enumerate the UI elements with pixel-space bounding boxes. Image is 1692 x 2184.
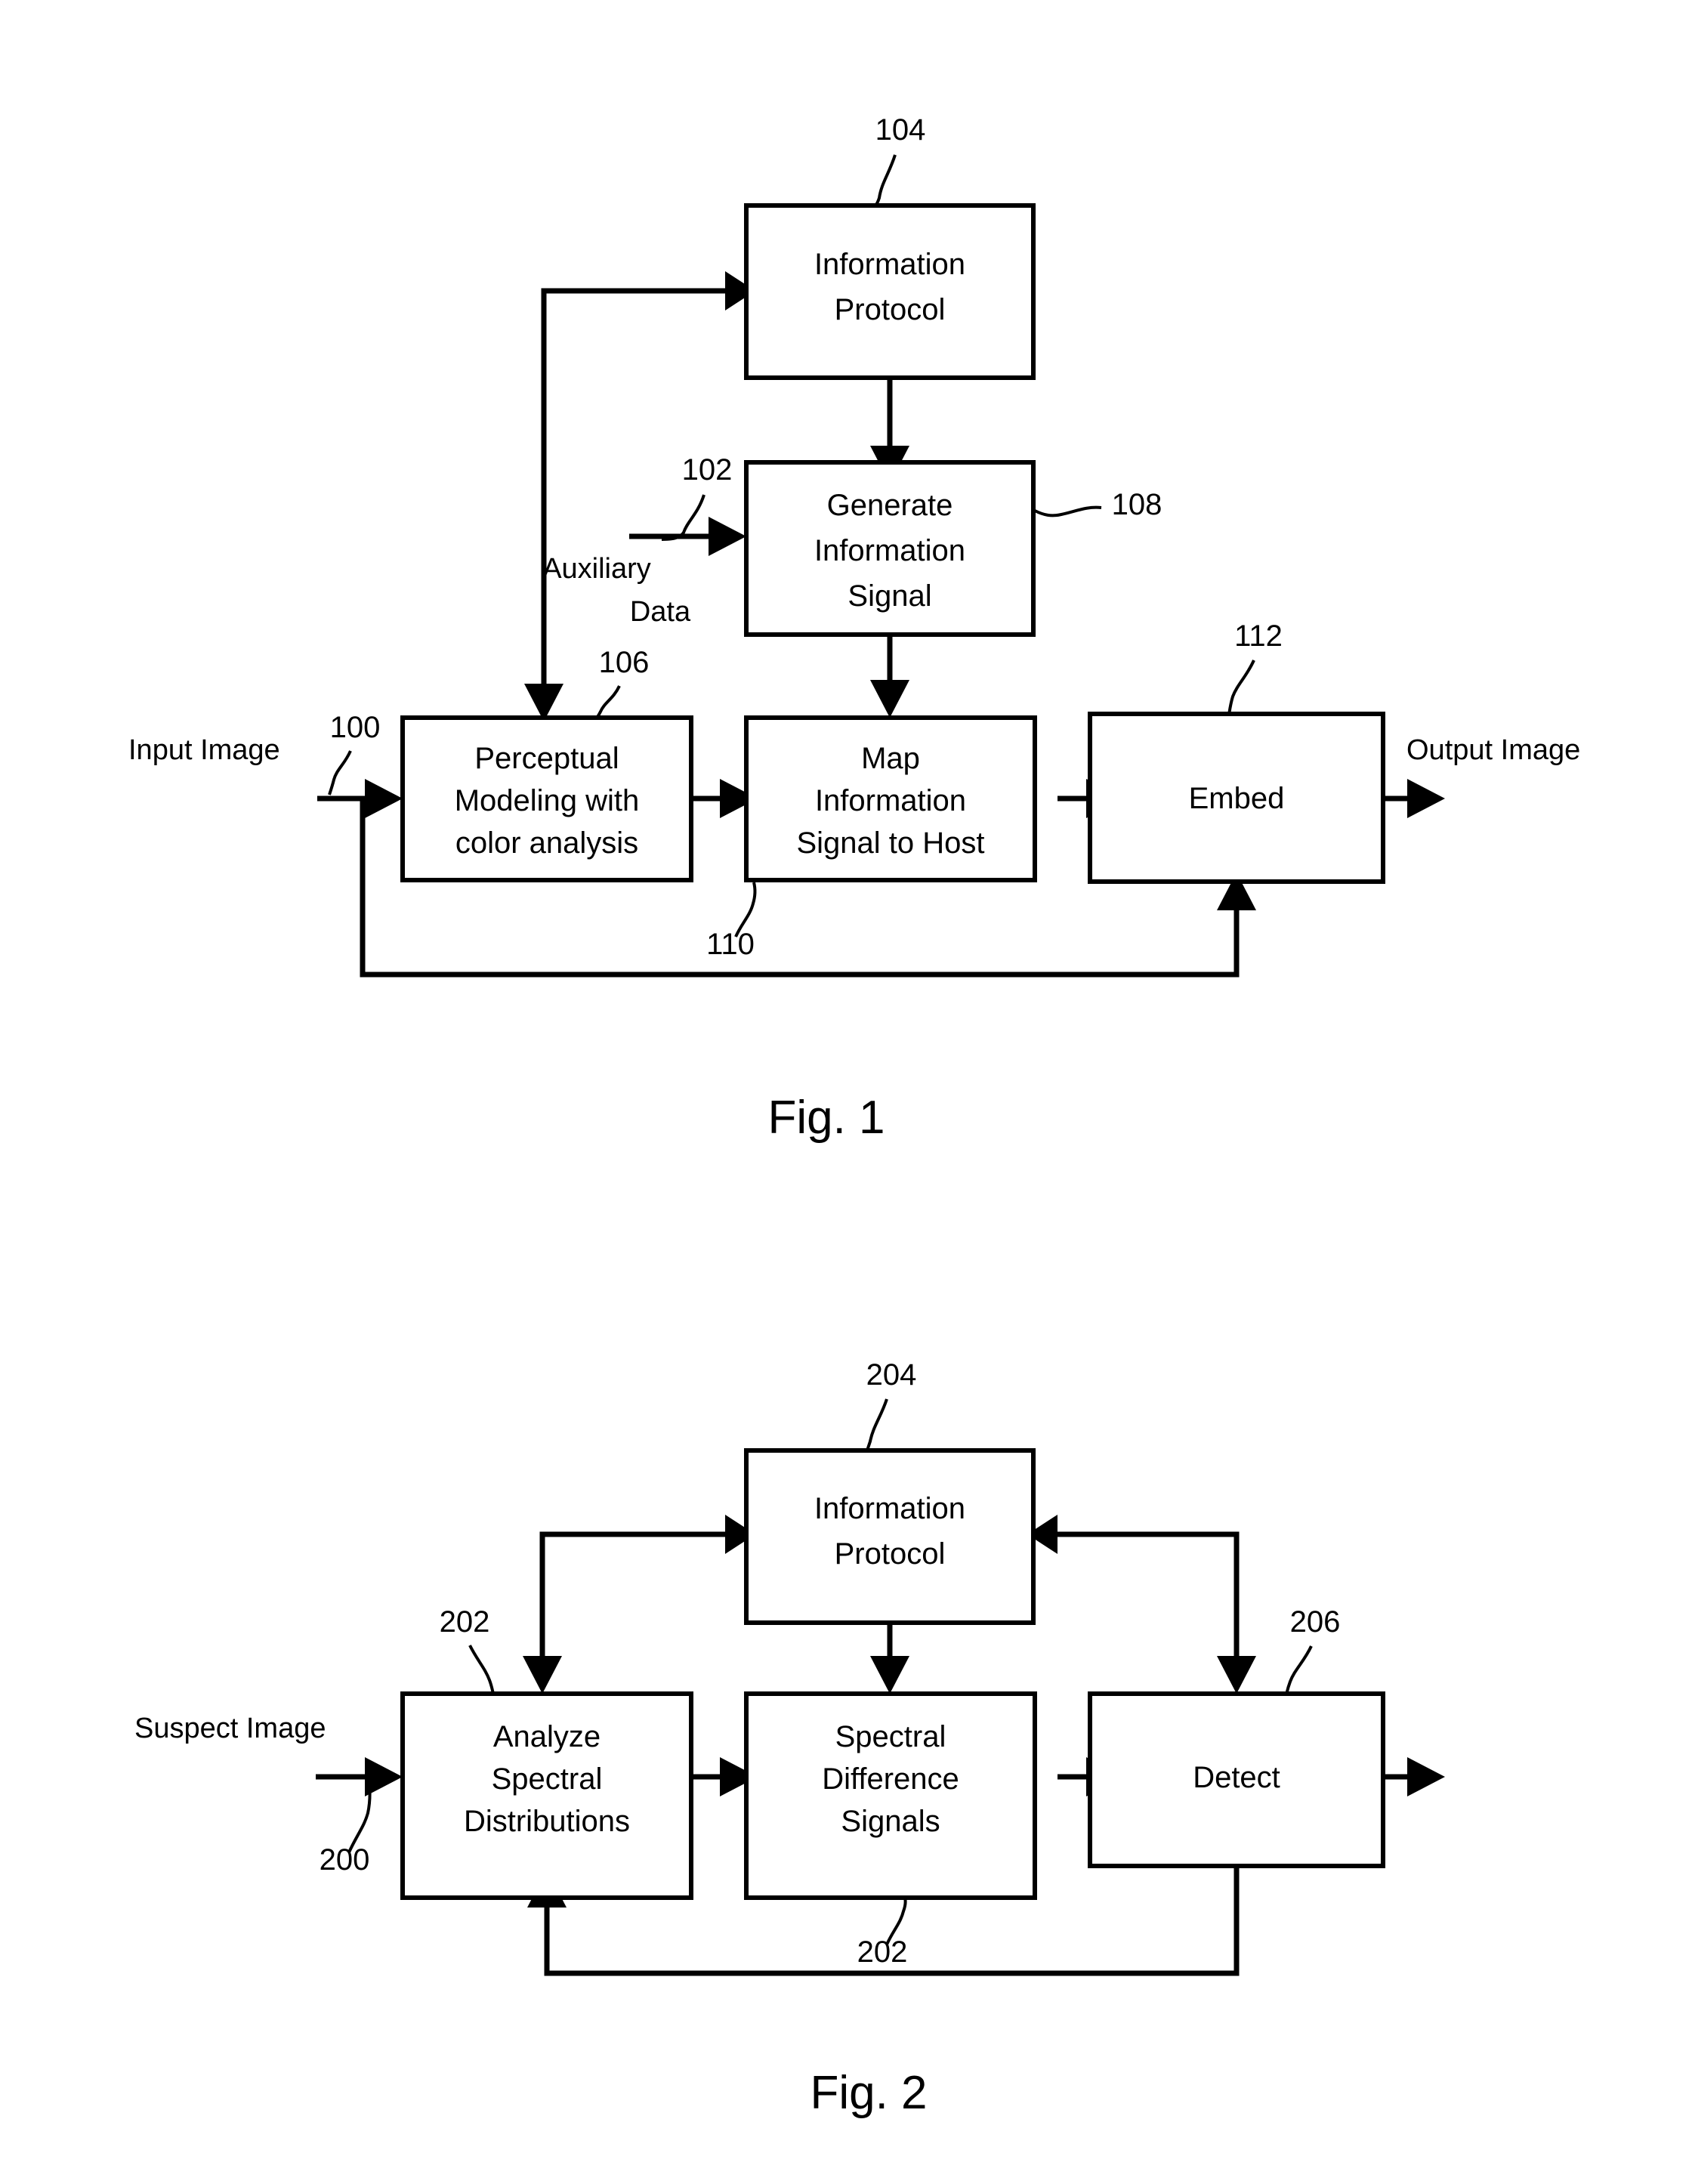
ref-202-bottom: 202: [857, 1935, 908, 1969]
figure-2-caption: Fig. 2: [810, 2067, 927, 2119]
label-output-image: Output Image: [1406, 734, 1580, 766]
arrowhead-spectral-difference-top-input: [870, 1656, 909, 1694]
ref-112: 112: [1234, 619, 1283, 653]
leader-106: [594, 685, 621, 720]
figure-1-caption: Fig. 1: [767, 1092, 885, 1144]
box-information-protocol-fig2-line1: Information: [814, 1492, 965, 1525]
leader-204: [866, 1398, 888, 1451]
ref-110: 110: [706, 928, 755, 961]
arrowhead-detect-top-input: [1217, 1656, 1256, 1694]
ref-204: 204: [866, 1358, 917, 1392]
figure-1: Information Protocol Generate Informatio…: [128, 113, 1580, 1144]
arrowhead-perceptual-left-input: [365, 779, 403, 818]
box-generate-information-signal-line2: Information: [814, 534, 965, 567]
box-perceptual-modeling-line1: Perceptual: [474, 742, 619, 775]
box-information-protocol-fig2-line2: Protocol: [835, 1537, 946, 1571]
leader-100: [328, 750, 352, 795]
figure-2: Information Protocol Analyze Spectral Di…: [134, 1358, 1445, 2119]
patent-drawing-sheet: Information Protocol Generate Informatio…: [0, 0, 1692, 2184]
arrowhead-detect-output: [1407, 1757, 1445, 1796]
arrowhead-analyze-top-input: [523, 1656, 562, 1694]
box-analyze-spectral-distributions-line1: Analyze: [493, 1720, 601, 1753]
box-information-protocol-fig2[interactable]: [744, 1448, 1036, 1625]
box-detect-line1: Detect: [1193, 1761, 1280, 1794]
box-map-information-signal-line3: Signal to Host: [796, 826, 984, 860]
ref-100: 100: [330, 711, 381, 744]
ref-102: 102: [682, 453, 733, 487]
ref-206: 206: [1290, 1605, 1341, 1639]
label-auxiliary-data-line2: Data: [630, 596, 691, 628]
ref-202-left: 202: [440, 1605, 490, 1639]
figures-canvas: Information Protocol Generate Informatio…: [128, 113, 1580, 2119]
leader-202-left: [468, 1645, 495, 1694]
label-auxiliary-data-line1: Auxiliary: [542, 553, 651, 585]
leader-112: [1227, 660, 1255, 715]
leader-206: [1285, 1645, 1313, 1695]
box-spectral-difference-signals-line3: Signals: [841, 1805, 940, 1838]
box-spectral-difference-signals-line2: Difference: [822, 1762, 959, 1796]
box-generate-information-signal-line1: Generate: [827, 489, 953, 522]
box-map-information-signal-line2: Information: [815, 784, 966, 817]
connector-right-feedback-to-protocol: [1058, 1531, 1240, 1686]
box-information-protocol[interactable]: [744, 203, 1036, 380]
box-generate-information-signal-line3: Signal: [848, 579, 931, 613]
leader-104: [874, 154, 897, 207]
arrowhead-generate-left-input: [709, 517, 746, 556]
box-information-protocol-line2: Protocol: [835, 293, 946, 326]
ref-106: 106: [599, 646, 650, 679]
arrowhead-output-image: [1407, 779, 1445, 818]
ref-104: 104: [875, 113, 926, 147]
ref-200: 200: [320, 1843, 370, 1877]
box-analyze-spectral-distributions-line3: Distributions: [464, 1805, 630, 1838]
box-spectral-difference-signals-line1: Spectral: [835, 1720, 946, 1753]
box-perceptual-modeling-line2: Modeling with: [455, 784, 640, 817]
box-perceptual-modeling-line3: color analysis: [455, 826, 638, 860]
box-map-information-signal-line1: Map: [861, 742, 920, 775]
box-information-protocol-line1: Information: [814, 248, 965, 281]
box-analyze-spectral-distributions-line2: Spectral: [492, 1762, 603, 1796]
ref-108: 108: [1112, 488, 1162, 521]
arrowhead-map-top-input: [870, 680, 909, 718]
label-input-image: Input Image: [128, 734, 280, 766]
leader-108: [1034, 505, 1102, 517]
label-suspect-image: Suspect Image: [134, 1713, 326, 1744]
connector-left-feedback-to-protocol: [539, 1531, 725, 1686]
leader-102: [661, 494, 706, 541]
box-embed-line1: Embed: [1189, 782, 1285, 815]
